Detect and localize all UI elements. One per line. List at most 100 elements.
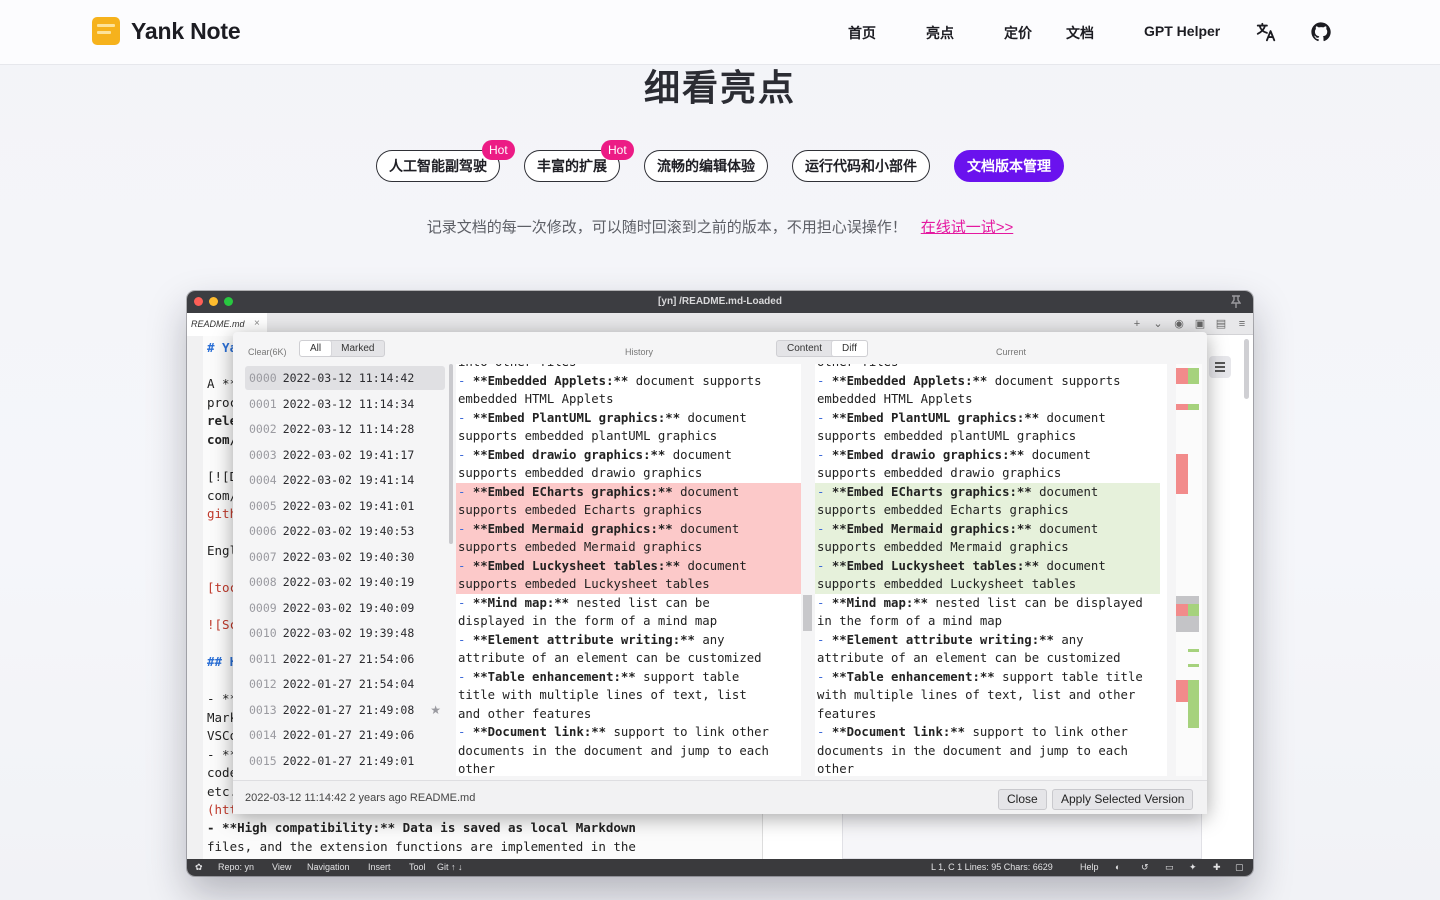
print-icon[interactable]: ▣ bbox=[1193, 317, 1207, 331]
bold-text: **Element attribute writing:** bbox=[472, 632, 695, 647]
line-text: supports embedded Luckysheet tables bbox=[817, 577, 1077, 591]
version-list-item[interactable]: 0005 2022-03-02 19:41:01 bbox=[245, 494, 445, 518]
version-list-item[interactable]: 0012 2022-01-27 21:54:04 bbox=[245, 672, 445, 696]
tab-label: 文档版本管理 bbox=[967, 158, 1051, 174]
tab-extensions[interactable]: 丰富的扩展 Hot bbox=[524, 140, 634, 182]
current-diff-pane[interactable]: other files - **Embedded Applets:** docum… bbox=[815, 364, 1167, 776]
preview-scrollbar[interactable] bbox=[1244, 339, 1249, 399]
version-list-item[interactable]: 0010 2022-03-02 19:39:48 bbox=[245, 621, 445, 645]
history-diff-pane[interactable]: into other files - **Embedded Applets:** … bbox=[456, 364, 801, 776]
star-icon[interactable]: ★ bbox=[430, 698, 441, 722]
close-window-icon[interactable] bbox=[194, 297, 203, 306]
diff-line: with multiple lines of text, list and ot… bbox=[815, 686, 1160, 705]
line-text: document bbox=[1031, 484, 1099, 499]
tab-version-management[interactable]: 文档版本管理 bbox=[954, 150, 1064, 182]
filter-all-button[interactable]: All bbox=[300, 341, 332, 356]
status-git-menu[interactable]: Git ↑ ↓ bbox=[437, 859, 463, 876]
diff-line: - **Table enhancement:** support table t… bbox=[815, 668, 1160, 687]
pin-icon[interactable] bbox=[1231, 295, 1241, 308]
content-mode-button[interactable]: Content bbox=[777, 341, 832, 356]
diff-line: supports embedded plantUML graphics bbox=[456, 427, 801, 446]
status-repo[interactable]: Repo: yn bbox=[218, 859, 254, 876]
chevron-down-icon[interactable]: ⌄ bbox=[1151, 317, 1165, 331]
tab-run-code-widgets[interactable]: 运行代码和小部件 bbox=[792, 150, 930, 182]
version-list-item[interactable]: 0013 2022-01-27 21:49:08 ★ bbox=[245, 698, 445, 722]
apply-selected-version-button[interactable]: Apply Selected Version bbox=[1052, 789, 1194, 810]
list-bullet: - bbox=[817, 410, 832, 425]
translate-icon[interactable] bbox=[1255, 21, 1277, 43]
tab-label: 丰富的扩展 bbox=[537, 158, 607, 174]
status-help-menu[interactable]: Help bbox=[1080, 859, 1099, 876]
settings-icon[interactable]: ✿ bbox=[195, 859, 203, 876]
tab-ai-copilot[interactable]: 人工智能副驾驶 Hot bbox=[376, 140, 515, 182]
version-list-item[interactable]: 0009 2022-03-02 19:40:09 bbox=[245, 596, 445, 620]
version-timestamp: 2022-03-02 19:40:30 bbox=[282, 549, 415, 564]
version-list-item[interactable]: 0000 2022-03-12 11:14:42 bbox=[245, 366, 445, 390]
eye-icon[interactable]: ◉ bbox=[1172, 317, 1186, 331]
nav-pricing-link[interactable]: 定价 bbox=[1004, 23, 1032, 43]
nav-docs-link[interactable]: 文档 bbox=[1066, 23, 1094, 43]
toc-icon[interactable] bbox=[1209, 356, 1231, 378]
version-list-item[interactable]: 0007 2022-03-02 19:40:30 bbox=[245, 545, 445, 569]
maximize-window-icon[interactable] bbox=[224, 297, 233, 306]
bold-text: **Embed Mermaid graphics:** bbox=[472, 521, 673, 536]
minimize-window-icon[interactable] bbox=[209, 297, 218, 306]
new-tab-icon[interactable]: + bbox=[1130, 317, 1144, 331]
version-list-item[interactable]: 0002 2022-03-12 11:14:28 bbox=[245, 417, 445, 441]
star-icon[interactable]: ✦ bbox=[1189, 859, 1197, 876]
diff-line: - **Mind map:** nested list can be bbox=[456, 594, 801, 613]
nav-highlights-link[interactable]: 亮点 bbox=[926, 23, 954, 43]
terminal-icon[interactable]: ▭ bbox=[1165, 859, 1174, 876]
diff-line: title with multiple lines of text, list bbox=[456, 686, 801, 705]
theme-icon[interactable]: ◐ bbox=[1115, 859, 1120, 876]
line-text: support to link other bbox=[606, 725, 769, 739]
extension-icon[interactable]: ✚ bbox=[1213, 859, 1221, 876]
dialog-footer: 2022-03-12 11:14:42 2 years ago README.m… bbox=[233, 780, 1207, 814]
status-view-menu[interactable]: View bbox=[272, 859, 291, 876]
version-index: 0014 bbox=[249, 728, 277, 742]
close-button[interactable]: Close bbox=[998, 789, 1047, 810]
version-list-item[interactable]: 0008 2022-03-02 19:40:19 bbox=[245, 570, 445, 594]
line-text: support table title bbox=[994, 669, 1143, 684]
presentation-icon[interactable]: ▢ bbox=[1235, 859, 1244, 876]
version-list-item[interactable]: 0006 2022-03-02 19:40:53 bbox=[245, 519, 445, 543]
line-text: any bbox=[694, 632, 725, 647]
document-history-dialog: Clear(6K) All Marked History Content Dif… bbox=[233, 332, 1207, 814]
version-list-item[interactable]: 0004 2022-03-02 19:41:14 bbox=[245, 468, 445, 492]
list-bullet: - bbox=[458, 484, 473, 499]
version-list-item[interactable]: 0011 2022-01-27 21:54:06 bbox=[245, 647, 445, 671]
diff-mode-button[interactable]: Diff bbox=[832, 341, 867, 356]
github-icon[interactable] bbox=[1310, 21, 1332, 43]
tab-editing-experience[interactable]: 流畅的编辑体验 bbox=[644, 150, 768, 182]
nav-home-link[interactable]: 首页 bbox=[848, 23, 876, 43]
version-list-item[interactable]: 0015 2022-01-27 21:49:01 bbox=[245, 749, 445, 773]
try-online-link[interactable]: 在线试一试>> bbox=[921, 219, 1014, 236]
diff-line: features bbox=[815, 705, 1160, 724]
diff-overview-ruler[interactable] bbox=[1176, 364, 1202, 776]
version-timestamp: 2022-03-02 19:40:19 bbox=[282, 575, 415, 589]
version-list-item[interactable]: 0014 2022-01-27 21:49:06 bbox=[245, 723, 445, 747]
version-timestamp: 2022-03-02 19:40:09 bbox=[282, 600, 415, 615]
list-bullet: - bbox=[817, 632, 832, 647]
filter-marked-button[interactable]: Marked bbox=[331, 341, 384, 356]
line-text: document bbox=[680, 410, 747, 425]
menu-icon[interactable]: ≡ bbox=[1235, 317, 1249, 331]
version-list-item[interactable]: 0001 2022-03-12 11:14:34 bbox=[245, 392, 445, 416]
yank-note-logo-icon bbox=[92, 17, 120, 45]
version-timestamp: 2022-01-27 21:49:08 bbox=[282, 702, 415, 717]
status-insert-menu[interactable]: Insert bbox=[368, 859, 391, 876]
history-pane-label: History bbox=[625, 347, 654, 357]
nav-gpt-helper-link[interactable]: GPT Helper bbox=[1144, 23, 1220, 39]
tab-label: 流畅的编辑体验 bbox=[657, 158, 755, 174]
history-icon[interactable]: ↺ bbox=[1141, 859, 1149, 876]
history-pane-scrollbar[interactable] bbox=[803, 595, 812, 631]
status-bar: ✿ Repo: yn View Navigation Insert Tool G… bbox=[187, 859, 1253, 876]
clear-history-button[interactable]: Clear(6K) bbox=[248, 347, 287, 357]
status-tool-menu[interactable]: Tool bbox=[409, 859, 426, 876]
version-list-scrollbar[interactable] bbox=[449, 364, 453, 544]
status-navigation-menu[interactable]: Navigation bbox=[307, 859, 350, 876]
export-icon[interactable]: ▤ bbox=[1214, 317, 1228, 331]
version-list-item[interactable]: 0003 2022-03-02 19:41:17 bbox=[245, 443, 445, 467]
brand-logo[interactable]: Yank Note bbox=[92, 17, 241, 45]
line-text: and other features bbox=[458, 706, 592, 721]
